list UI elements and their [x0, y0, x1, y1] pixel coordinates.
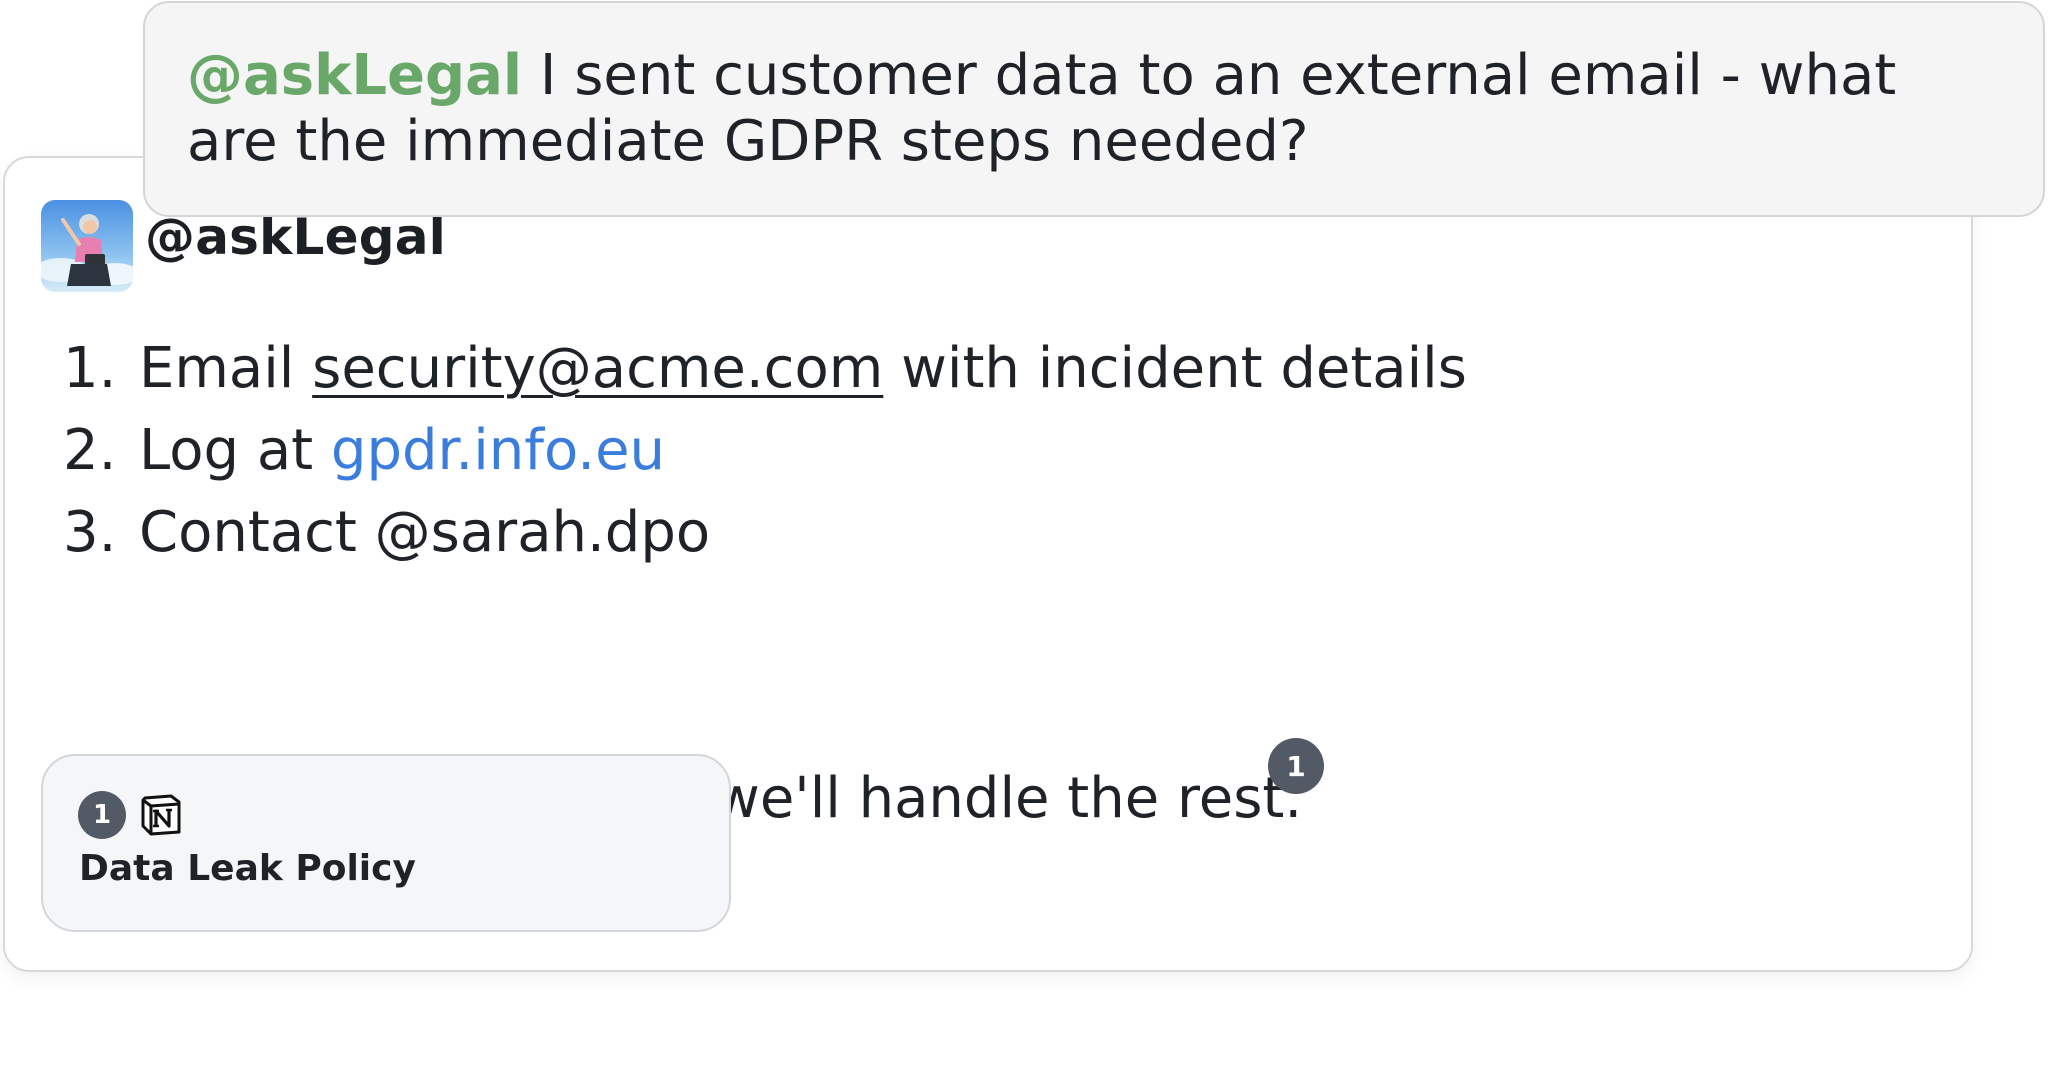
step-text: with incident details [883, 336, 1467, 401]
list-item: 3. Contact @sarah.dpo [63, 492, 1467, 574]
citation-badge[interactable]: 1 [1268, 738, 1324, 794]
step-number: 3. [63, 500, 117, 565]
step-text: Email [139, 336, 313, 401]
step-text: Log at [139, 418, 331, 483]
email-link[interactable]: security@acme.com [312, 336, 883, 401]
step-number: 2. [63, 418, 117, 483]
step-number: 1. [63, 336, 117, 401]
avatar[interactable] [41, 200, 133, 292]
notion-icon [139, 792, 183, 836]
web-link[interactable]: gpdr.info.eu [331, 418, 665, 483]
source-title: Data Leak Policy [79, 848, 416, 889]
question-message-bubble: @askLegal I sent customer data to an ext… [143, 1, 2045, 217]
avatar-image [41, 200, 133, 292]
step-text: Contact @sarah.dpo [139, 500, 711, 565]
source-number-badge: 1 [78, 791, 126, 839]
chat-thread: @askLegal 1. Email security@acme.com with… [0, 0, 2048, 1075]
source-card[interactable]: 1 Data Leak Policy [41, 754, 731, 932]
list-item: 1. Email security@acme.com with incident … [63, 328, 1467, 410]
reply-message-card: @askLegal 1. Email security@acme.com with… [3, 156, 1973, 972]
steps-list: 1. Email security@acme.com with incident … [63, 328, 1467, 574]
mention-tag[interactable]: @askLegal [187, 43, 522, 108]
list-item: 2. Log at gpdr.info.eu [63, 410, 1467, 492]
